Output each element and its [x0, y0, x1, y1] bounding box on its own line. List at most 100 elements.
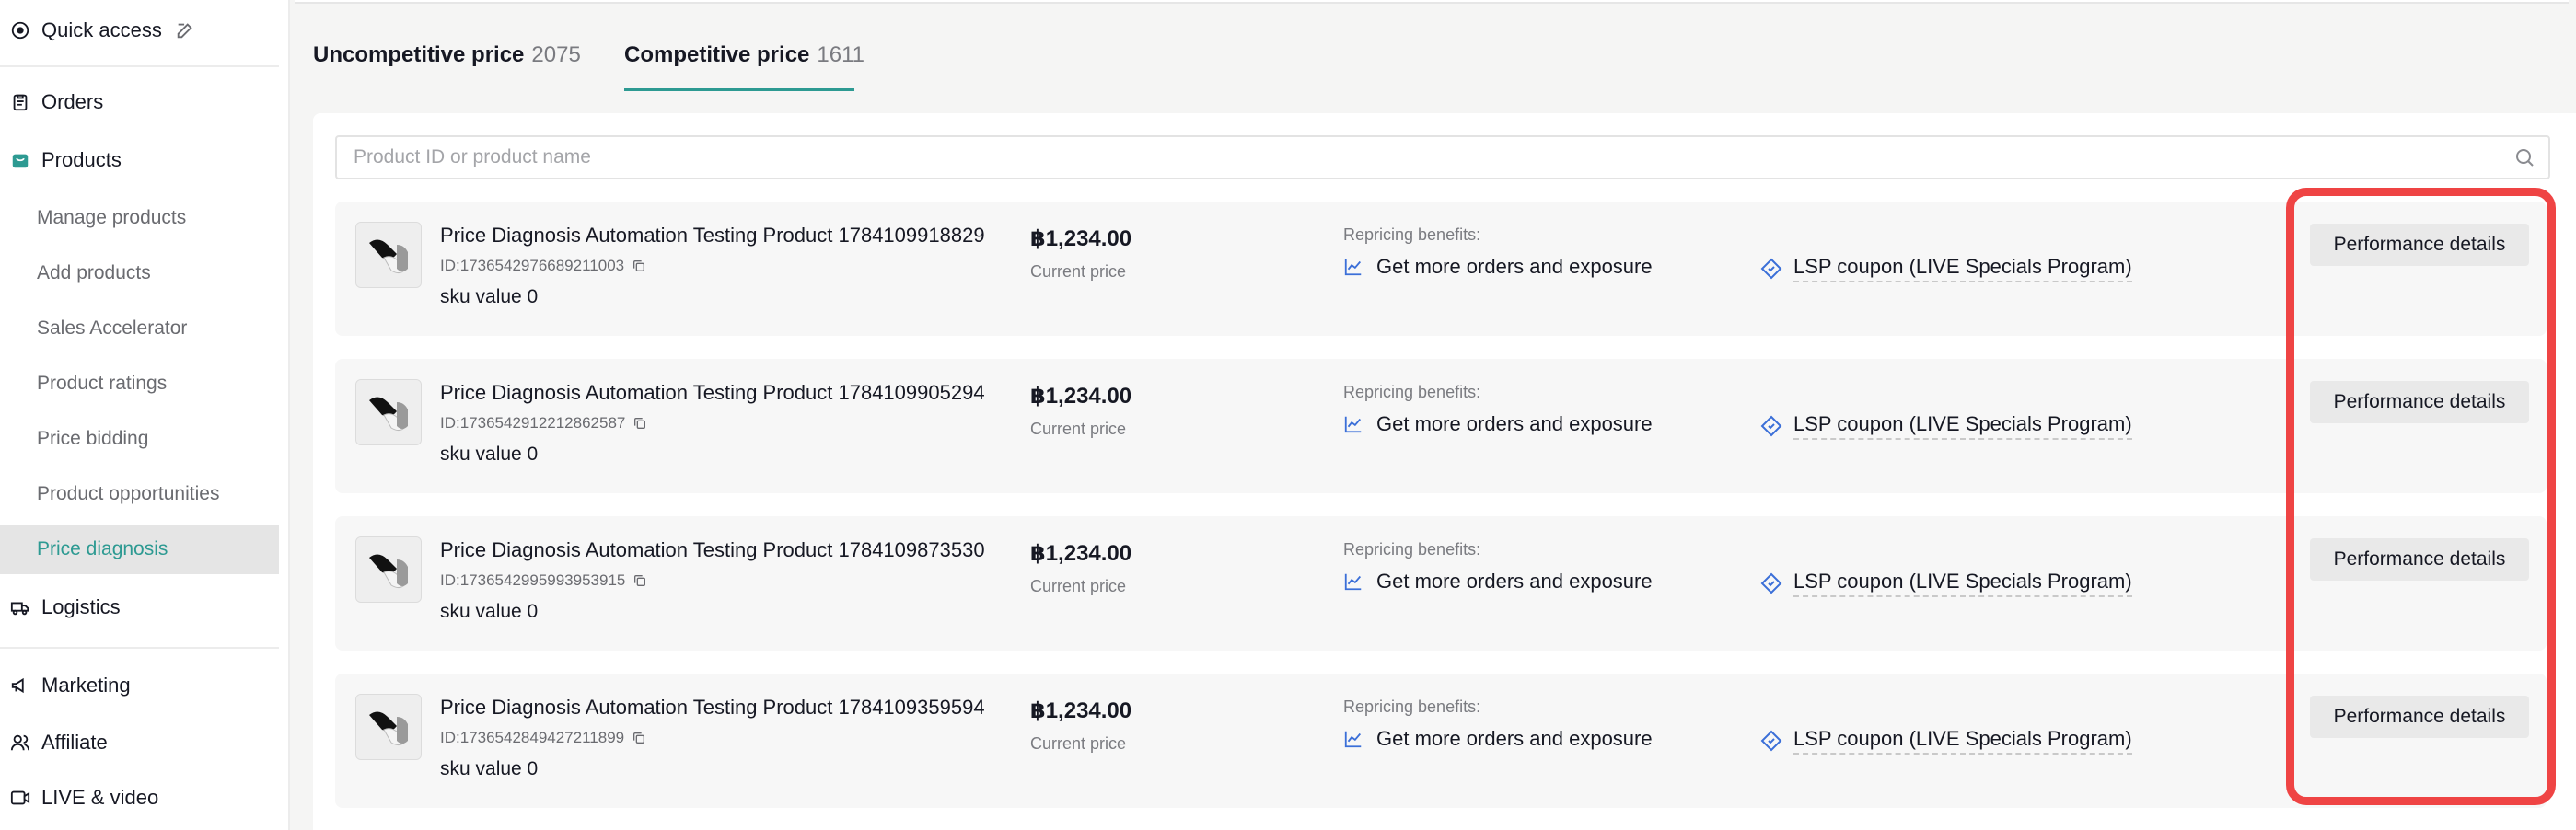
- performance-details-button[interactable]: Performance details: [2310, 224, 2529, 266]
- sidebar-item-marketing[interactable]: Marketing: [0, 672, 279, 699]
- current-price-label: Current price: [1030, 734, 1127, 753]
- product-sku: sku value 0: [440, 601, 539, 622]
- search-bar: [335, 135, 2550, 179]
- shopping-bag-icon: [10, 150, 30, 170]
- product-sku: sku value 0: [440, 444, 539, 465]
- sidebar-divider: [0, 65, 279, 67]
- performance-details-button[interactable]: Performance details: [2310, 696, 2529, 738]
- lsp-coupon[interactable]: LSP coupon (LIVE Specials Program): [1760, 412, 2132, 440]
- sidebar-subitem-price-bidding[interactable]: Price bidding: [0, 414, 279, 464]
- lsp-coupon[interactable]: LSP coupon (LIVE Specials Program): [1760, 570, 2132, 597]
- product-id: ID:1736542912212862587: [440, 414, 647, 432]
- sidebar-item-label: Orders: [41, 90, 104, 113]
- product-name[interactable]: Price Diagnosis Automation Testing Produ…: [440, 696, 985, 720]
- tab-competitive-price[interactable]: Competitive price 1611: [624, 42, 864, 68]
- performance-details-button[interactable]: Performance details: [2310, 381, 2529, 423]
- target-icon: [10, 20, 30, 40]
- sidebar-subitem-product-opportunities[interactable]: Product opportunities: [0, 469, 279, 519]
- sidebar-subitem-add-products[interactable]: Add products: [0, 248, 279, 298]
- sidebar-item-label: Products: [41, 148, 122, 171]
- sidebar-item-logistics[interactable]: Logistics: [0, 594, 279, 621]
- product-name[interactable]: Price Diagnosis Automation Testing Produ…: [440, 538, 985, 562]
- benefit-orders-exposure: Get more orders and exposure: [1343, 727, 1653, 751]
- product-thumbnail[interactable]: [355, 694, 422, 760]
- search-input[interactable]: [354, 146, 2513, 168]
- sidebar-subitem-price-diagnosis[interactable]: Price diagnosis: [0, 525, 279, 574]
- benefit-orders-exposure: Get more orders and exposure: [1343, 255, 1653, 279]
- current-price-value: ฿1,234.00: [1030, 698, 1132, 723]
- ticket-icon: [1760, 415, 1782, 437]
- sidebar-item-products[interactable]: Products: [0, 146, 279, 174]
- product-sku: sku value 0: [440, 758, 539, 779]
- current-price-label: Current price: [1030, 262, 1127, 281]
- tab-count: 1611: [817, 42, 864, 67]
- sidebar-item-label: Marketing: [41, 674, 131, 697]
- product-thumbnail[interactable]: [355, 379, 422, 445]
- benefit-text: Get more orders and exposure: [1376, 570, 1653, 593]
- ticket-icon: [1760, 572, 1782, 594]
- lsp-coupon[interactable]: LSP coupon (LIVE Specials Program): [1760, 255, 2132, 282]
- people-icon: [10, 732, 30, 753]
- tab-label: Competitive price: [624, 42, 810, 67]
- lsp-coupon-text: LSP coupon (LIVE Specials Program): [1793, 255, 2132, 282]
- sidebar-item-live-video[interactable]: LIVE & video: [0, 784, 279, 812]
- benefit-orders-exposure: Get more orders and exposure: [1343, 412, 1653, 436]
- sidebar-item-orders[interactable]: Orders: [0, 88, 279, 116]
- ticket-icon: [1760, 730, 1782, 752]
- repricing-benefits-label: Repricing benefits:: [1343, 225, 1481, 244]
- product-row: Price Diagnosis Automation Testing Produ…: [335, 516, 2547, 651]
- trend-up-icon: [1344, 573, 1362, 591]
- clipboard-icon: [10, 92, 30, 112]
- sidebar-item-label: Logistics: [41, 595, 121, 618]
- product-thumbnail[interactable]: [355, 222, 422, 288]
- edit-icon[interactable]: [175, 20, 195, 40]
- sidebar-item-quick-access[interactable]: Quick access: [0, 17, 279, 44]
- repricing-benefits-label: Repricing benefits:: [1343, 540, 1481, 559]
- current-price-value: ฿1,234.00: [1030, 541, 1132, 566]
- sidebar-item-label: Affiliate: [41, 731, 108, 754]
- sidebar-item-affiliate[interactable]: Affiliate: [0, 729, 279, 756]
- product-name[interactable]: Price Diagnosis Automation Testing Produ…: [440, 381, 985, 405]
- product-thumbnail[interactable]: [355, 536, 422, 603]
- product-id: ID:1736542976689211003: [440, 257, 646, 275]
- product-id-text: ID:1736542995993953915: [440, 571, 626, 589]
- repricing-benefits-label: Repricing benefits:: [1343, 383, 1481, 401]
- megaphone-icon: [10, 675, 30, 696]
- current-price-value: ฿1,234.00: [1030, 384, 1132, 409]
- copy-icon[interactable]: [632, 416, 647, 431]
- repricing-benefits-label: Repricing benefits:: [1343, 697, 1481, 716]
- product-id-text: ID:1736542912212862587: [440, 414, 626, 432]
- sidebar-item-label: Quick access: [41, 18, 162, 41]
- trend-up-icon: [1344, 416, 1362, 433]
- sidebar-subitem-product-ratings[interactable]: Product ratings: [0, 359, 279, 409]
- product-name[interactable]: Price Diagnosis Automation Testing Produ…: [440, 224, 985, 248]
- product-id: ID:1736542849427211899: [440, 729, 646, 747]
- performance-details-button[interactable]: Performance details: [2310, 538, 2529, 581]
- sidebar-subitem-sales-accelerator[interactable]: Sales Accelerator: [0, 304, 279, 353]
- lsp-coupon[interactable]: LSP coupon (LIVE Specials Program): [1760, 727, 2132, 755]
- lsp-coupon-text: LSP coupon (LIVE Specials Program): [1793, 727, 2132, 755]
- tab-uncompetitive-price[interactable]: Uncompetitive price 2075: [313, 42, 581, 68]
- copy-icon[interactable]: [632, 573, 647, 588]
- benefit-orders-exposure: Get more orders and exposure: [1343, 570, 1653, 594]
- lsp-coupon-text: LSP coupon (LIVE Specials Program): [1793, 412, 2132, 440]
- lsp-coupon-text: LSP coupon (LIVE Specials Program): [1793, 570, 2132, 597]
- trend-up-icon: [1344, 731, 1362, 748]
- sidebar-subitem-manage-products[interactable]: Manage products: [0, 193, 279, 243]
- current-price-value: ฿1,234.00: [1030, 226, 1132, 251]
- current-price-label: Current price: [1030, 420, 1127, 438]
- search-icon[interactable]: [2513, 146, 2535, 168]
- truck-icon: [10, 597, 30, 617]
- product-row: Price Diagnosis Automation Testing Produ…: [335, 674, 2547, 808]
- ticket-icon: [1760, 258, 1782, 280]
- tab-count: 2075: [531, 42, 581, 67]
- product-row: Price Diagnosis Automation Testing Produ…: [335, 359, 2547, 493]
- benefit-text: Get more orders and exposure: [1376, 255, 1653, 278]
- copy-icon[interactable]: [632, 731, 646, 745]
- tab-label: Uncompetitive price: [313, 42, 525, 67]
- sidebar-item-label: LIVE & video: [41, 786, 159, 809]
- benefit-text: Get more orders and exposure: [1376, 412, 1653, 435]
- copy-icon[interactable]: [632, 259, 646, 273]
- sidebar: Quick access Orders Products Manage prod…: [0, 0, 290, 830]
- active-tab-indicator: [624, 88, 854, 91]
